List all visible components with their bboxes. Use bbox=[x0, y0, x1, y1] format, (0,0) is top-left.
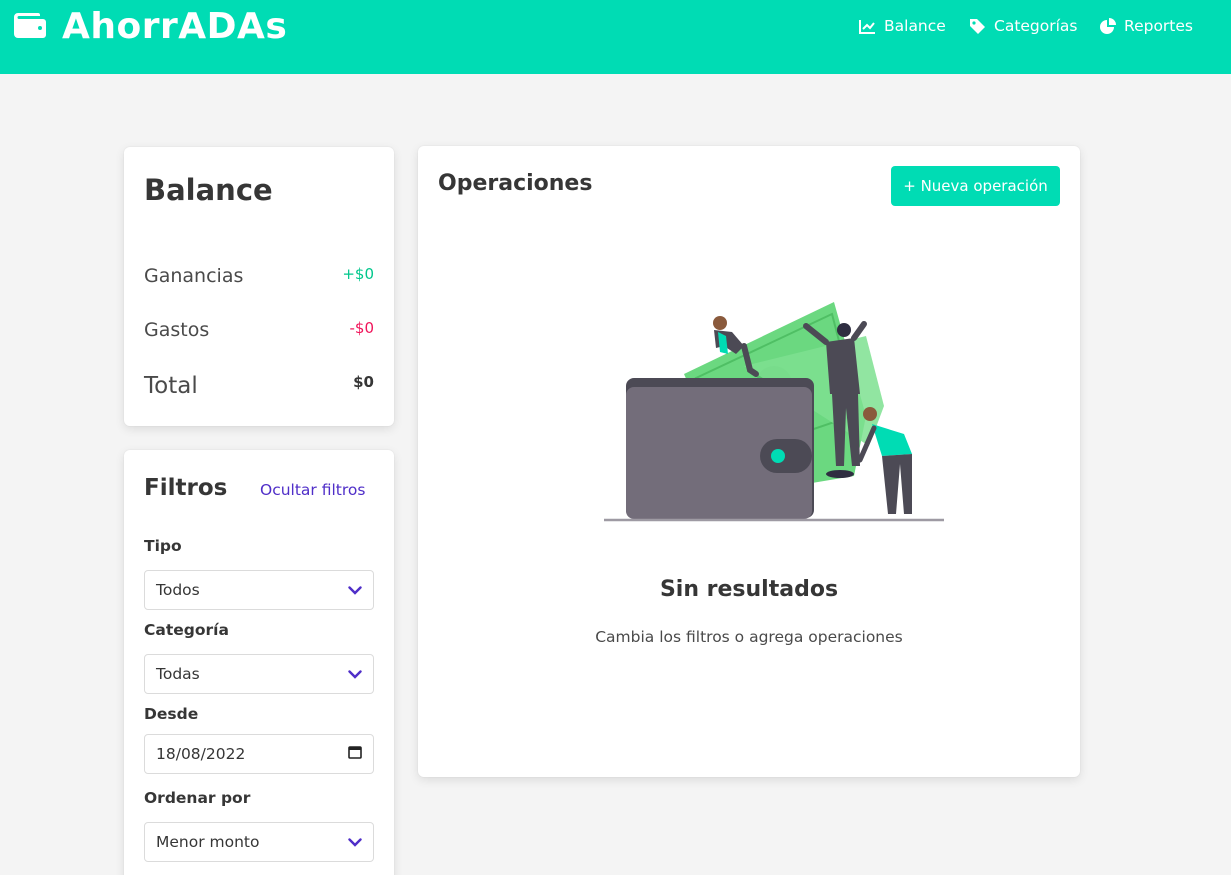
filters-card: Filtros Ocultar filtros Tipo Todos Categ… bbox=[124, 450, 394, 875]
operations-title: Operaciones bbox=[438, 171, 593, 196]
calendar-icon[interactable] bbox=[348, 745, 362, 763]
filters-title: Filtros bbox=[144, 475, 228, 501]
nav-balance[interactable]: Balance bbox=[859, 14, 946, 38]
navbar: AhorrADAs Balance Categorías Reportes bbox=[0, 0, 1231, 74]
hide-filters-link[interactable]: Ocultar filtros bbox=[260, 481, 365, 499]
new-operation-button[interactable]: + Nueva operación bbox=[891, 166, 1060, 206]
sort-select[interactable]: Menor monto bbox=[144, 822, 374, 862]
operations-card: Operaciones + Nueva operación Sin result… bbox=[418, 146, 1080, 777]
chart-line-icon bbox=[859, 19, 876, 34]
nav-categories[interactable]: Categorías bbox=[969, 14, 1078, 38]
total-value: $0 bbox=[353, 373, 374, 391]
income-value: +$0 bbox=[342, 265, 374, 283]
nav-reports[interactable]: Reportes bbox=[1099, 14, 1193, 38]
sort-select-value: Menor monto bbox=[156, 833, 260, 851]
from-label: Desde bbox=[144, 705, 199, 723]
category-label: Categoría bbox=[144, 621, 229, 639]
brand[interactable]: AhorrADAs bbox=[14, 5, 288, 47]
wallet-icon bbox=[14, 10, 46, 42]
chevron-down-icon bbox=[348, 581, 362, 599]
type-select[interactable]: Todos bbox=[144, 570, 374, 610]
app-title: AhorrADAs bbox=[62, 5, 288, 47]
pie-chart-icon bbox=[1099, 17, 1116, 35]
total-label: Total bbox=[144, 373, 198, 399]
nav-reports-label: Reportes bbox=[1124, 17, 1193, 35]
sort-label: Ordenar por bbox=[144, 789, 251, 807]
category-select-value: Todas bbox=[156, 665, 200, 683]
expenses-value: -$0 bbox=[349, 319, 375, 337]
nav-categories-label: Categorías bbox=[994, 17, 1078, 35]
category-select[interactable]: Todas bbox=[144, 654, 374, 694]
empty-state-title: Sin resultados bbox=[659, 577, 839, 602]
income-label: Ganancias bbox=[144, 265, 244, 287]
chevron-down-icon bbox=[348, 833, 362, 851]
empty-state-illustration bbox=[604, 296, 944, 530]
from-date-value: 18/08/2022 bbox=[156, 745, 246, 763]
balance-title: Balance bbox=[144, 173, 273, 207]
nav-balance-label: Balance bbox=[884, 17, 946, 35]
type-select-value: Todos bbox=[156, 581, 200, 599]
tag-icon bbox=[969, 18, 986, 35]
empty-state-subtitle: Cambia los filtros o agrega operaciones bbox=[595, 628, 903, 646]
expenses-label: Gastos bbox=[144, 319, 210, 341]
chevron-down-icon bbox=[348, 665, 362, 683]
from-date-input[interactable]: 18/08/2022 bbox=[144, 734, 374, 774]
type-label: Tipo bbox=[144, 537, 182, 555]
balance-card: Balance Ganancias +$0 Gastos -$0 Total $… bbox=[124, 147, 394, 426]
